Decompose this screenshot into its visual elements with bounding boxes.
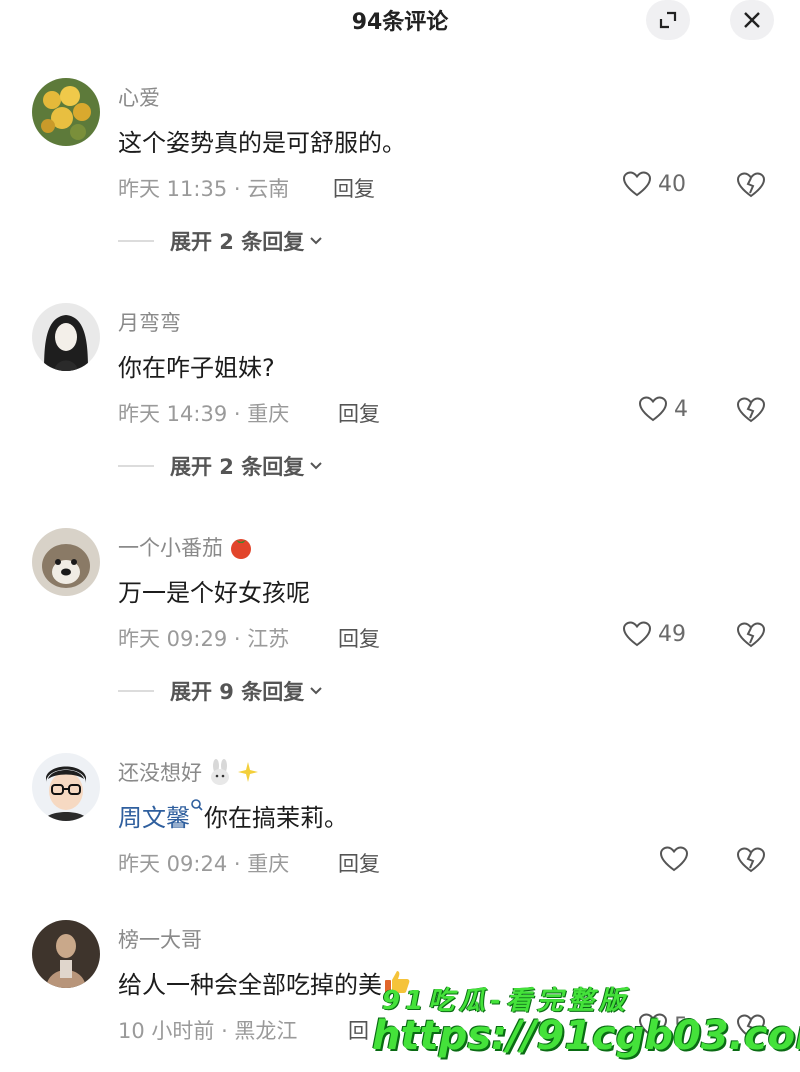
comment-text: 给人一种会全部吃掉的美: [118, 965, 412, 1000]
like-count: 49: [658, 621, 686, 647]
comment-meta: 昨天 09:24 · 重庆: [118, 852, 290, 876]
comment-author[interactable]: 一个小番茄: [118, 532, 255, 566]
watermark-url: https://91cgb03.com: [372, 1013, 800, 1059]
close-icon: [744, 12, 760, 28]
broken-heart-icon: [736, 622, 766, 648]
expand-replies[interactable]: 展开 2 条回复: [118, 451, 324, 481]
divider-line: [118, 240, 154, 242]
avatar-image: [32, 920, 100, 988]
expand-icon: [659, 11, 677, 29]
avatar-image: [32, 78, 100, 146]
like-button[interactable]: 40: [622, 170, 686, 198]
heart-icon: [659, 846, 689, 872]
tomato-icon: [227, 533, 255, 566]
comment-text: 万一是个好女孩呢: [118, 579, 310, 607]
expand-replies-label: 展开 2 条回复: [170, 455, 305, 479]
avatar[interactable]: [32, 78, 100, 146]
divider-line: [118, 690, 154, 692]
comment-author[interactable]: 心爱: [118, 82, 160, 112]
close-button[interactable]: [730, 0, 774, 40]
heart-icon: [638, 396, 668, 422]
search-icon: [191, 799, 203, 811]
dislike-button[interactable]: [736, 846, 766, 878]
like-button[interactable]: 49: [622, 620, 686, 648]
comment-author[interactable]: 还没想好: [118, 757, 262, 791]
divider-line: [118, 465, 154, 467]
avatar-image: [32, 303, 100, 371]
like-count: 4: [674, 396, 688, 422]
like-count: 40: [658, 171, 686, 197]
comment-meta: 昨天 14:39 · 重庆: [118, 402, 290, 426]
chevron-down-icon: [310, 237, 322, 245]
dislike-button[interactable]: [736, 621, 766, 653]
dislike-button[interactable]: [736, 396, 766, 428]
broken-heart-icon: [736, 172, 766, 198]
expand-replies[interactable]: 展开 2 条回复: [118, 226, 324, 256]
avatar[interactable]: [32, 528, 100, 596]
comment-meta: 10 小时前 · 黑龙江: [118, 1019, 298, 1043]
broken-heart-icon: [736, 847, 766, 873]
reply-button[interactable]: 回复: [338, 623, 380, 653]
reply-button[interactable]: 回复: [333, 173, 375, 203]
chevron-down-icon: [310, 687, 322, 695]
author-name: 一个小番茄: [118, 536, 223, 560]
expand-replies-label: 展开 2 条回复: [170, 230, 305, 254]
comment-text: 这个姿势真的是可舒服的。: [118, 129, 406, 157]
avatar-image: [32, 528, 100, 596]
broken-heart-icon: [736, 397, 766, 423]
expand-replies-label: 展开 9 条回复: [170, 680, 305, 704]
comment-author[interactable]: 榜一大哥: [118, 924, 202, 954]
expand-replies[interactable]: 展开 9 条回复: [118, 676, 324, 706]
like-button[interactable]: [659, 845, 689, 873]
comments-header: 94条评论: [0, 0, 800, 40]
rabbit-sparkles-icon: [206, 758, 262, 791]
comment-text: 周文馨 你在搞茉莉。: [118, 798, 348, 833]
comment-body: 给人一种会全部吃掉的美: [118, 971, 382, 999]
reply-button[interactable]: 回复: [338, 848, 380, 878]
reply-button[interactable]: 回复: [338, 398, 380, 428]
comment-meta: 昨天 09:29 · 江苏: [118, 627, 290, 651]
comment-text: 你在咋子姐妹?: [118, 354, 275, 382]
comment-meta: 昨天 11:35 · 云南: [118, 177, 290, 201]
avatar-image: [32, 753, 100, 821]
heart-icon: [622, 171, 652, 197]
dislike-button[interactable]: [736, 171, 766, 203]
mention-link[interactable]: 周文馨: [118, 804, 190, 832]
reply-button[interactable]: 回: [348, 1015, 369, 1045]
avatar[interactable]: [32, 753, 100, 821]
comment-body: 你在搞茉莉。: [204, 804, 348, 832]
avatar[interactable]: [32, 303, 100, 371]
like-button[interactable]: 4: [638, 395, 688, 423]
avatar[interactable]: [32, 920, 100, 988]
chevron-down-icon: [310, 462, 322, 470]
author-name: 还没想好: [118, 761, 202, 785]
watermark-title: 91吃瓜-看完整版: [382, 986, 630, 1016]
heart-icon: [622, 621, 652, 647]
expand-button[interactable]: [646, 0, 690, 40]
comment-author[interactable]: 月弯弯: [118, 307, 181, 337]
